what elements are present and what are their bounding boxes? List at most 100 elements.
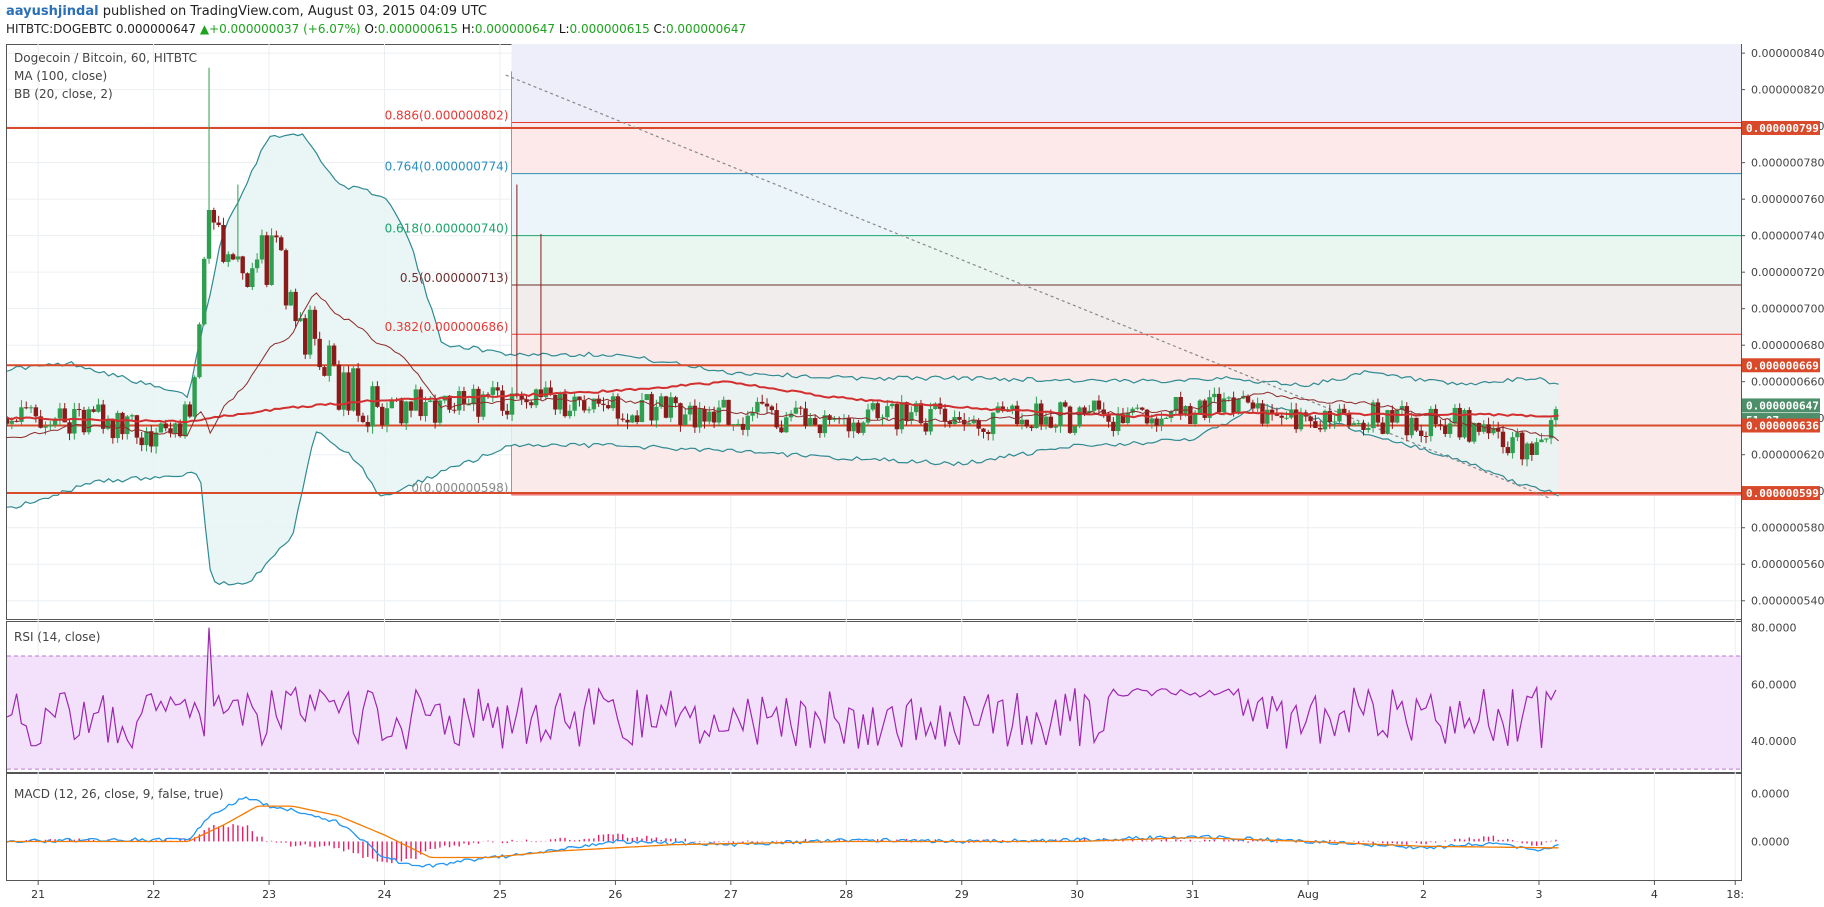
- candle-body: [1159, 418, 1164, 426]
- candle-body: [889, 404, 895, 407]
- candle-body: [793, 407, 799, 414]
- candle-body: [91, 409, 96, 412]
- candle-body: [351, 368, 356, 411]
- time-tick-label: 31: [1186, 888, 1200, 901]
- candle-body: [918, 403, 924, 424]
- price-change: +0.000000037 (+6.07%): [209, 22, 361, 36]
- candle-body: [1553, 409, 1559, 421]
- candle-body: [745, 415, 750, 430]
- price-tag-text: 0.000000599: [1746, 487, 1819, 500]
- macd-pane-frame: [6, 773, 1742, 881]
- fib-level-label: 0(0.000000598): [411, 481, 508, 495]
- candle-body: [1471, 423, 1477, 442]
- time-tick-label: 25: [493, 888, 507, 901]
- candle-body: [163, 423, 168, 429]
- candle-body: [1438, 424, 1443, 426]
- candle-body: [697, 408, 702, 428]
- candle-body: [817, 424, 823, 434]
- fib-zone-top: [511, 44, 1741, 123]
- time-tick-label: 30: [1070, 888, 1084, 901]
- price-scale[interactable]: 0.0000008400.0000008200.0000008000.00000…: [1741, 47, 1824, 848]
- close-value: 0.000000647: [665, 22, 747, 36]
- candle-body: [187, 404, 192, 417]
- candle-body: [327, 345, 332, 376]
- time-tick-label: 27: [724, 888, 738, 901]
- candle-body: [1096, 400, 1102, 410]
- candle-body: [851, 422, 856, 432]
- candle-body: [101, 404, 106, 429]
- candle-body: [986, 431, 991, 434]
- candle-body: [216, 222, 221, 225]
- candle-body: [317, 338, 322, 368]
- fib-zone: [511, 235, 1741, 285]
- candle-body: [553, 394, 558, 410]
- time-tick-label: 4: [1651, 888, 1658, 901]
- candle-body: [894, 404, 900, 430]
- open-label: O:: [364, 22, 378, 36]
- candle-body: [899, 402, 904, 430]
- candle-body: [307, 309, 313, 355]
- main-legend-title: Dogecoin / Bitcoin, 60, HITBTC: [14, 51, 197, 65]
- candle-body: [1091, 400, 1097, 411]
- candle-body: [346, 372, 351, 411]
- candle-body: [702, 408, 707, 422]
- candle-body: [1539, 439, 1544, 443]
- price-tick-label: 0.000000840: [1751, 47, 1824, 60]
- candle-body: [769, 406, 775, 411]
- candle-body: [582, 400, 587, 411]
- price-tick-label: 0.000000720: [1751, 266, 1824, 279]
- candle-body: [1313, 421, 1318, 428]
- candle-body: [630, 415, 635, 423]
- candle-body: [144, 431, 149, 446]
- macd-tick-label: 0.0000: [1751, 787, 1790, 800]
- time-scale[interactable]: 21 22 23 24 25 26 27 28 29 30 31 Aug 2 3 4 18:: [31, 880, 1744, 901]
- candle-body: [1486, 424, 1491, 434]
- candle-body: [226, 254, 231, 262]
- candle-body: [957, 417, 962, 420]
- rsi-tick-label: 60.0000: [1751, 678, 1797, 691]
- candle-body: [235, 256, 241, 260]
- price-tick-label: 0.000000760: [1751, 193, 1824, 206]
- candle-body: [1380, 422, 1385, 434]
- candle-body: [567, 410, 572, 417]
- author-link[interactable]: aayushjindal: [6, 4, 99, 19]
- candle-body: [735, 423, 741, 425]
- candle-body: [1404, 406, 1409, 436]
- candle-body: [360, 415, 366, 423]
- candle-body: [1534, 442, 1539, 455]
- candle-body: [134, 415, 140, 438]
- candle-body: [408, 401, 414, 411]
- candle-body: [1034, 403, 1039, 429]
- candle-body: [1375, 402, 1381, 423]
- candle-body: [904, 402, 909, 421]
- candle-body: [274, 235, 279, 238]
- candle-body: [490, 387, 496, 395]
- candle-body: [495, 387, 500, 391]
- ma-legend: MA (100, close): [14, 69, 107, 83]
- candle-body: [153, 432, 159, 447]
- candle-body: [606, 405, 611, 409]
- candle-body: [303, 318, 308, 355]
- candle-body: [846, 418, 851, 432]
- candle-body: [572, 396, 577, 411]
- candle-body: [48, 425, 53, 427]
- time-tick-label: 2: [1420, 888, 1427, 901]
- candle-body: [1409, 417, 1414, 436]
- time-tick-label: Aug: [1297, 888, 1318, 901]
- candle-body: [774, 410, 779, 428]
- publish-line: aayushjindal published on TradingView.co…: [6, 4, 487, 19]
- price-tick-label: 0.000000660: [1751, 376, 1824, 389]
- candle-body: [481, 394, 486, 417]
- candle-body: [1510, 437, 1515, 454]
- candle-body: [644, 394, 649, 400]
- candle-body: [942, 408, 948, 422]
- rsi-tick-label: 40.0000: [1751, 735, 1797, 748]
- candle-body: [505, 410, 510, 415]
- chart-canvas[interactable]: 0.886(0.000000802) 0.764(0.000000774) 0.61…: [0, 0, 1824, 907]
- candle-body: [798, 407, 803, 409]
- candle-body: [721, 399, 726, 408]
- candle-body: [683, 414, 688, 425]
- candle-body: [668, 397, 674, 418]
- candle-body: [456, 391, 462, 411]
- signal-line: [7, 805, 1559, 859]
